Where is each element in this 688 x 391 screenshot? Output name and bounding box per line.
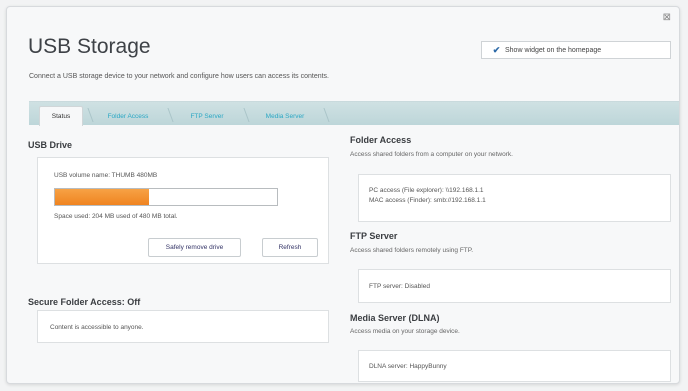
storage-usage-bar <box>54 188 278 206</box>
usb-drive-panel: USB volume name: THUMB 480MB Space used:… <box>37 157 329 264</box>
space-used-text: Space used: 204 MB used of 480 MB total. <box>54 213 178 220</box>
usb-volume-name: USB volume name: THUMB 480MB <box>54 172 158 179</box>
secure-folder-heading: Secure Folder Access: Off <box>28 297 141 307</box>
media-server-status: DLNA server: HappyBunny <box>369 363 447 370</box>
mac-access-text: MAC access (Finder): smb://192.168.1.1 <box>369 197 486 204</box>
media-server-desc: Access media on your storage device. <box>350 328 460 335</box>
tab-separator <box>162 108 174 122</box>
show-widget-checkbox[interactable]: ✔ Show widget on the homepage <box>481 41 671 59</box>
safely-remove-drive-label: Safely remove drive <box>165 244 224 251</box>
ftp-server-panel: FTP server: Disabled <box>358 269 671 303</box>
pc-access-text: PC access (File explorer): \\192.168.1.1 <box>369 187 484 194</box>
tab-folder-access-label: Folder Access <box>107 112 149 120</box>
safely-remove-drive-button[interactable]: Safely remove drive <box>148 238 241 257</box>
secure-folder-text: Content is accessible to anyone. <box>50 324 144 331</box>
tab-separator <box>82 108 94 122</box>
ftp-server-status: FTP server: Disabled <box>369 283 430 290</box>
tab-separator <box>318 108 330 122</box>
folder-access-heading: Folder Access <box>350 135 412 145</box>
refresh-label: Refresh <box>278 244 302 251</box>
folder-access-desc: Access shared folders from a computer on… <box>350 151 513 158</box>
tab-status-label: Status <box>51 113 71 120</box>
tab-folder-access[interactable]: Folder Access <box>93 106 163 126</box>
page-subtitle: Connect a USB storage device to your net… <box>29 73 329 80</box>
refresh-button[interactable]: Refresh <box>262 238 318 257</box>
show-widget-label: Show widget on the homepage <box>505 46 602 54</box>
tab-bar: Status Folder Access FTP Server Media Se… <box>29 101 679 126</box>
close-icon[interactable]: ⊠ <box>663 12 671 23</box>
page-title: USB Storage <box>28 35 151 58</box>
storage-usage-fill <box>55 189 150 205</box>
usb-storage-window: ⊠ USB Storage Connect a USB storage devi… <box>6 6 680 384</box>
tab-separator <box>238 108 250 122</box>
ftp-server-desc: Access shared folders remotely using FTP… <box>350 247 474 254</box>
folder-access-panel: PC access (File explorer): \\192.168.1.1… <box>358 174 671 222</box>
media-server-panel: DLNA server: HappyBunny <box>358 350 671 382</box>
tab-media-server[interactable]: Media Server <box>251 106 319 126</box>
media-server-heading: Media Server (DLNA) <box>350 313 440 323</box>
tab-ftp-server[interactable]: FTP Server <box>175 106 239 126</box>
tab-status[interactable]: Status <box>39 106 83 126</box>
tab-ftp-server-label: FTP Server <box>190 112 224 120</box>
tab-media-server-label: Media Server <box>265 112 305 120</box>
secure-folder-panel: Content is accessible to anyone. <box>37 310 329 343</box>
checkmark-icon: ✔ <box>492 44 501 55</box>
ftp-server-heading: FTP Server <box>350 231 398 241</box>
usb-drive-heading: USB Drive <box>28 140 73 150</box>
